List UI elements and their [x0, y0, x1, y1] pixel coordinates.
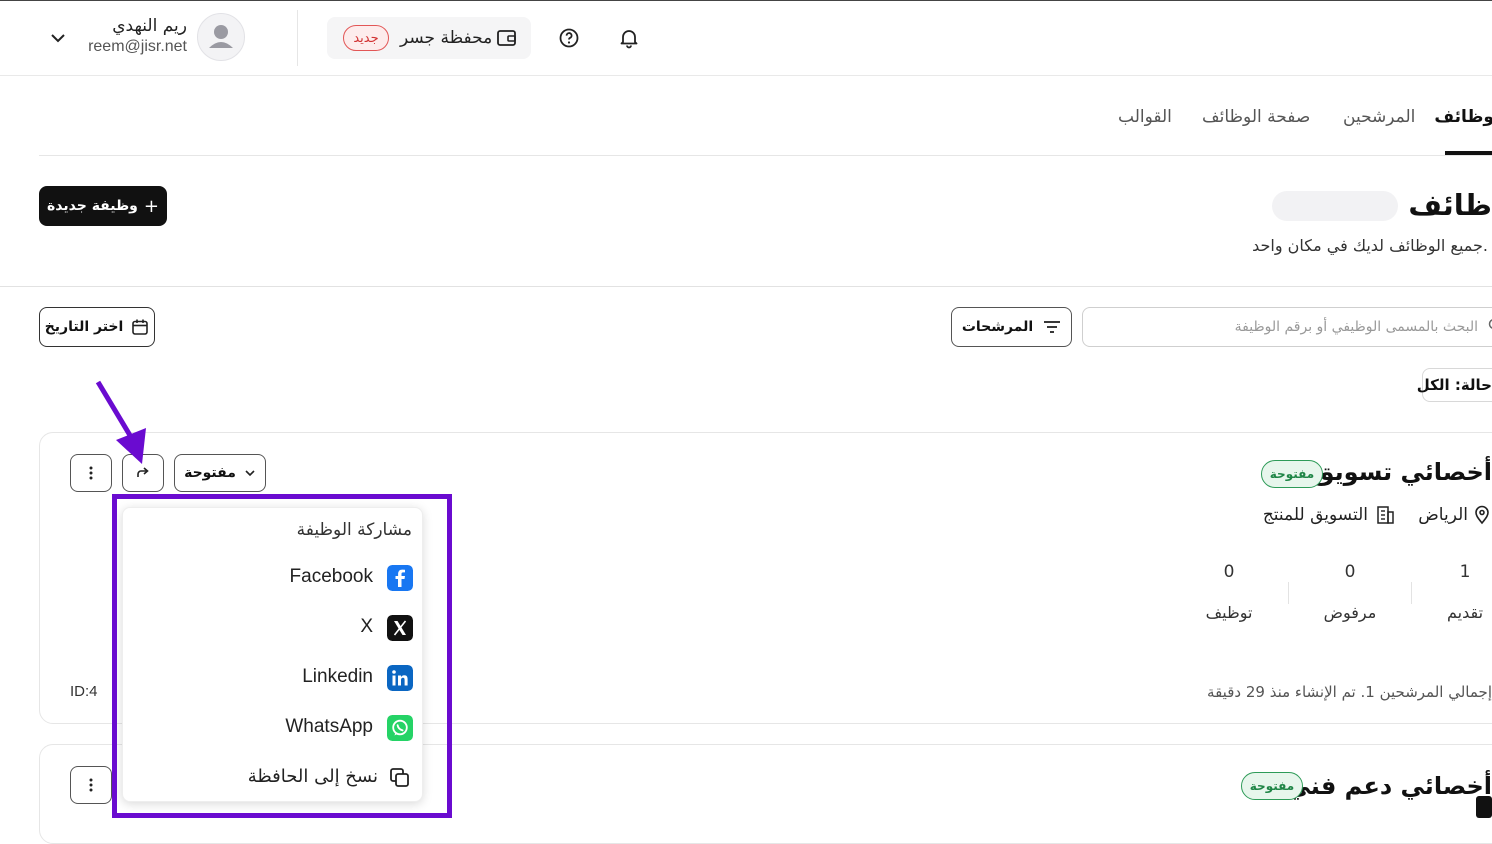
highlight-box [112, 494, 452, 818]
user-name: ريم النهدي [112, 16, 187, 36]
bell-icon[interactable] [617, 26, 641, 50]
search-icon [1486, 318, 1492, 332]
job-status-label: مفتوحة [184, 465, 236, 481]
stat-hired-value: 0 [1199, 562, 1259, 582]
job-location: الرياض [1418, 505, 1468, 525]
job-title[interactable]: أخصائي دعم فني [1286, 772, 1492, 800]
section-divider [0, 286, 1492, 287]
new-badge: جديد [343, 25, 389, 51]
stat-rejected-label: مرفوض [1310, 603, 1390, 622]
tabs-divider [39, 155, 1492, 156]
job-status-dropdown[interactable]: مفتوحة [174, 454, 266, 492]
job-department: التسويق للمنتج [1263, 505, 1368, 525]
annotation-arrow-icon [90, 378, 160, 468]
new-job-label: وظيفة جديدة [47, 198, 138, 214]
tab-candidates[interactable]: المرشحين [1343, 107, 1415, 127]
wallet-icon [496, 27, 518, 49]
page-title: ظائف [1408, 188, 1492, 222]
user-email: reem@jisr.net [88, 38, 187, 56]
chevron-down-icon [244, 467, 256, 479]
new-job-button[interactable]: وظيفة جديدة + [39, 186, 167, 226]
status-badge: مفتوحة [1261, 460, 1323, 488]
stat-applied-value: 1 [1435, 562, 1492, 582]
stat-rejected-value: 0 [1320, 562, 1380, 582]
building-icon [1375, 505, 1395, 525]
search-placeholder: البحث بالمسمى الوظيفي أو برقم الوظيفة [1235, 319, 1478, 335]
page-subtitle: جميع الوظائف لديك في مكان واحد. [1252, 236, 1488, 255]
chevron-down-icon[interactable] [48, 28, 68, 48]
status-filter-label: حالة: الكل [1417, 376, 1492, 394]
job-title[interactable]: أخصائي تسويق [1313, 458, 1492, 486]
header-divider [297, 10, 298, 66]
stat-applied-label: تقديم [1425, 603, 1492, 622]
location-pin-icon [1473, 505, 1491, 525]
filter-icon [1043, 319, 1061, 335]
date-picker-button[interactable]: اختر التاريخ [39, 307, 155, 347]
scroll-handle[interactable] [1476, 796, 1492, 818]
tab-jobs-page[interactable]: صفحة الوظائف [1202, 107, 1310, 127]
date-picker-label: اختر التاريخ [45, 319, 124, 335]
job-summary: إجمالي المرشحين 1. تم الإنشاء منذ 29 دقي… [1207, 683, 1492, 701]
stat-divider [1411, 582, 1412, 604]
filters-label: المرشحات [962, 319, 1033, 335]
more-options-button[interactable] [70, 766, 112, 804]
tab-templates[interactable]: القوالب [1118, 107, 1172, 127]
plus-icon: + [144, 196, 159, 217]
job-id: ID:4 [70, 683, 98, 700]
calendar-icon [131, 318, 149, 336]
avatar-icon [198, 14, 244, 60]
avatar[interactable] [197, 13, 245, 61]
status-badge: مفتوحة [1241, 772, 1303, 800]
wallet-label: محفظة جسر [400, 28, 492, 48]
filters-button[interactable]: المرشحات [951, 307, 1072, 347]
stat-hired-label: توظيف [1189, 603, 1269, 622]
help-icon[interactable] [557, 26, 581, 50]
more-vertical-icon [88, 777, 94, 793]
count-pill [1272, 191, 1398, 221]
stat-divider [1288, 582, 1289, 604]
tab-jobs[interactable]: وظائف [1434, 107, 1492, 127]
